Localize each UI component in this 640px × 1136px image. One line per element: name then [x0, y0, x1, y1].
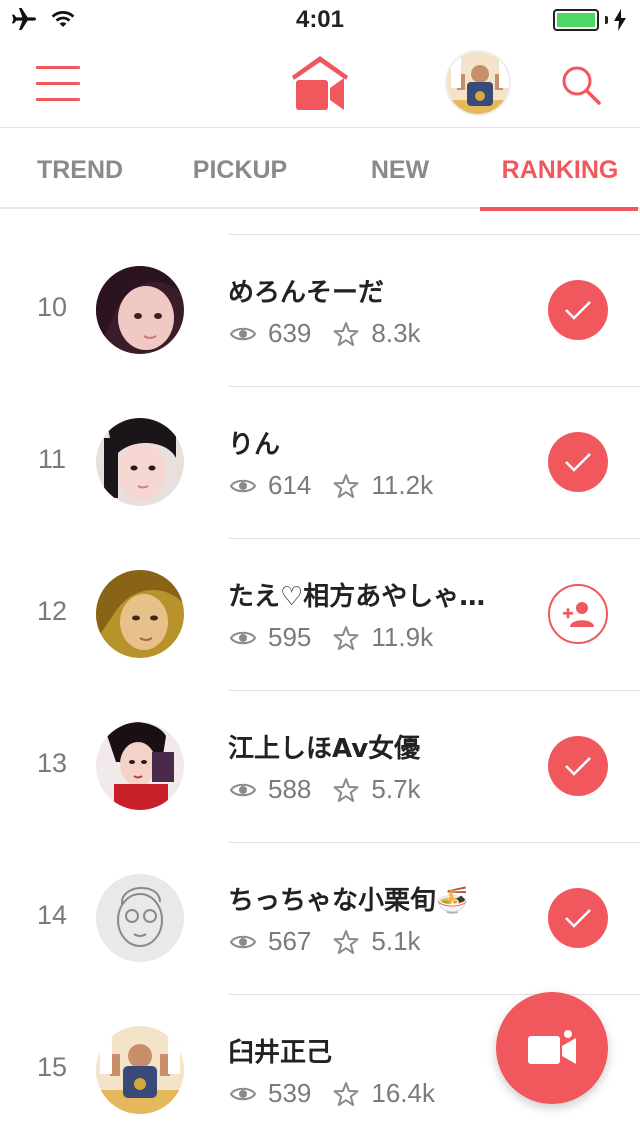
- status-bar: 4:01: [0, 0, 640, 40]
- battery-icon: [553, 9, 599, 31]
- tab-pickup[interactable]: PICKUP: [160, 129, 320, 209]
- view-count: 639: [268, 318, 312, 348]
- star-count: 16.4k: [371, 1078, 435, 1108]
- start-broadcast-button[interactable]: [496, 992, 608, 1104]
- eye-icon: [230, 935, 256, 948]
- rank-number: 13: [36, 748, 68, 778]
- nav-bar: [0, 40, 640, 128]
- star-icon: [333, 1081, 359, 1106]
- rank-number: 10: [36, 292, 68, 322]
- following-button[interactable]: [548, 432, 608, 492]
- star-icon: [333, 625, 359, 650]
- following-button[interactable]: [548, 280, 608, 340]
- rank-number: 12: [36, 596, 68, 626]
- check-icon: [565, 909, 591, 928]
- eye-icon: [230, 631, 256, 644]
- check-icon: [565, 757, 591, 776]
- user-stats: 588 5.7k: [230, 774, 421, 805]
- avatar[interactable]: [96, 722, 184, 810]
- user-name: ちっちゃな小栗旬🍜: [228, 886, 469, 916]
- user-name: 臼井正己: [228, 1038, 333, 1068]
- avatar[interactable]: [96, 1026, 184, 1114]
- user-name: たえ♡相方あやしゃ…: [228, 582, 486, 612]
- avatar[interactable]: [96, 418, 184, 506]
- eye-icon: [230, 479, 256, 492]
- avatar[interactable]: [96, 266, 184, 354]
- star-icon: [333, 473, 359, 498]
- search-icon[interactable]: [560, 64, 602, 106]
- list-item[interactable]: 14 ちっちゃな小栗旬🍜 567 5.1k: [0, 842, 640, 995]
- star-icon: [333, 777, 359, 802]
- eye-icon: [230, 783, 256, 796]
- user-name: りん: [228, 430, 281, 460]
- star-icon: [333, 929, 359, 954]
- view-count: 588: [268, 774, 312, 804]
- tab-trend[interactable]: TREND: [0, 129, 160, 209]
- check-icon: [565, 453, 591, 472]
- hamburger-menu-icon[interactable]: [36, 66, 80, 102]
- tab-ranking[interactable]: RANKING: [480, 129, 640, 211]
- status-right: [553, 9, 626, 31]
- rank-number: 15: [36, 1052, 68, 1082]
- following-button[interactable]: [548, 888, 608, 948]
- tab-bar: TREND PICKUP NEW RANKING: [0, 129, 640, 211]
- following-button[interactable]: [548, 736, 608, 796]
- star-icon: [333, 321, 359, 346]
- user-stats: 639 8.3k: [230, 318, 421, 349]
- list-item[interactable]: 11 りん 614 11.2k: [0, 386, 640, 539]
- user-stats: 614 11.2k: [230, 470, 433, 501]
- list-item[interactable]: 13 江上しほAv女優 588 5.7k: [0, 690, 640, 843]
- home-video-icon[interactable]: [290, 54, 350, 112]
- follow-button[interactable]: [548, 584, 608, 644]
- user-name: 江上しほAv女優: [228, 734, 421, 764]
- star-count: 5.7k: [371, 774, 421, 804]
- eye-icon: [230, 1087, 256, 1100]
- view-count: 614: [268, 470, 312, 500]
- star-count: 11.2k: [371, 470, 434, 500]
- eye-icon: [230, 327, 256, 340]
- view-count: 567: [268, 926, 312, 956]
- user-stats: 539 16.4k: [230, 1078, 435, 1109]
- view-count: 539: [268, 1078, 312, 1108]
- list-item[interactable]: 10 めろんそーだ 639 8.3k: [0, 234, 640, 387]
- status-time: 4:01: [295, 6, 345, 33]
- rank-number: 14: [36, 900, 68, 930]
- user-stats: 567 5.1k: [230, 926, 421, 957]
- rank-number: 11: [37, 444, 67, 474]
- star-count: 8.3k: [371, 318, 421, 348]
- check-icon: [565, 301, 591, 320]
- star-count: 11.9k: [371, 622, 434, 652]
- charging-icon: [614, 9, 626, 31]
- view-count: 595: [268, 622, 312, 652]
- tab-new[interactable]: NEW: [320, 129, 480, 209]
- video-camera-icon: [528, 1030, 576, 1064]
- avatar[interactable]: [96, 874, 184, 962]
- avatar[interactable]: [96, 570, 184, 658]
- add-user-icon: [563, 602, 594, 627]
- user-avatar[interactable]: [445, 50, 511, 116]
- star-count: 5.1k: [371, 926, 421, 956]
- user-stats: 595 11.9k: [230, 622, 433, 653]
- list-item[interactable]: 12 たえ♡相方あやしゃ… 595 11.9k: [0, 538, 640, 691]
- user-name: めろんそーだ: [228, 278, 385, 308]
